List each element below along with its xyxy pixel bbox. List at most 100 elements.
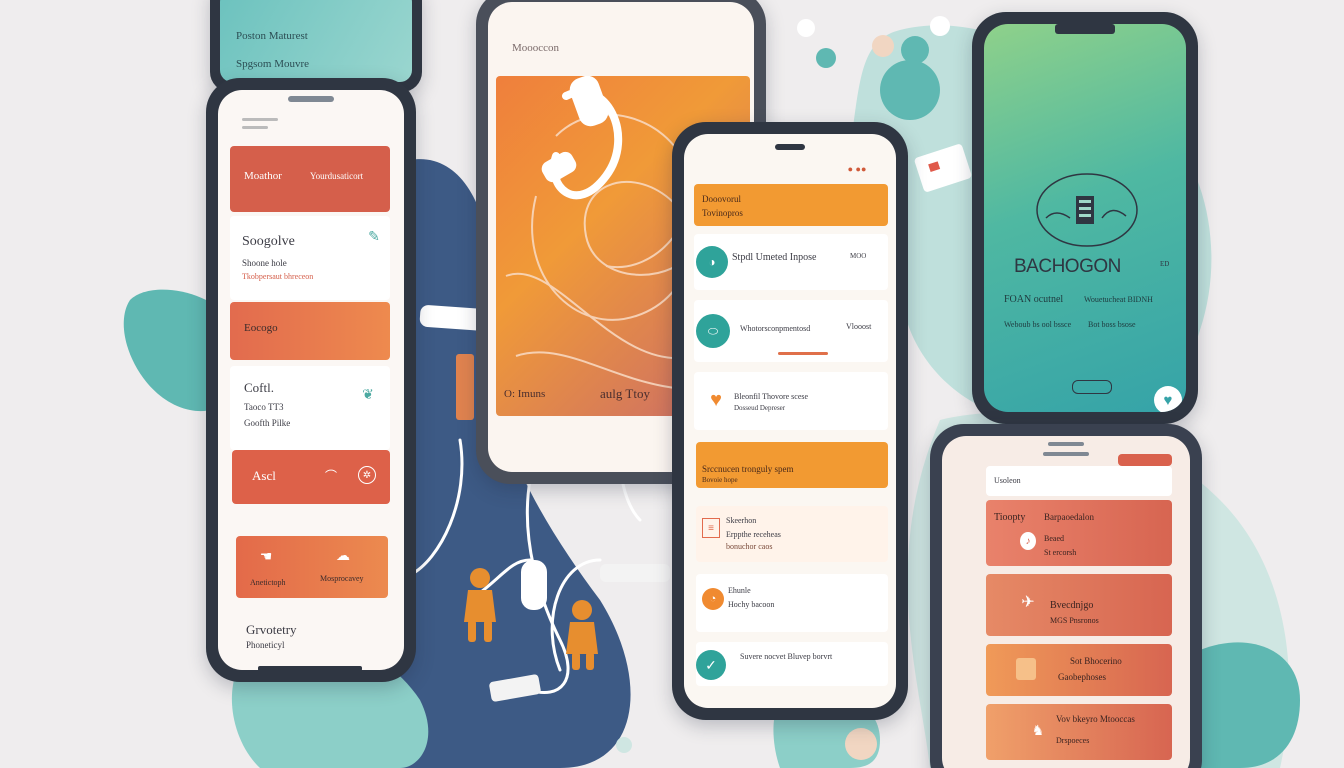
document-icon: ≡ [702, 518, 720, 538]
top-card-right: Yourdusaticort [310, 171, 364, 181]
feature-card[interactable]: Sot Bhocerino Gaobephoses [986, 644, 1172, 696]
card-line: Shoone hole [242, 258, 287, 268]
bell-icon: ♪ [1020, 532, 1036, 550]
card-title: Sot Bhocerino [1070, 656, 1122, 666]
info-line: Wouetucheat BIDNH [1084, 295, 1153, 304]
list-card[interactable]: Coftl. Taoco TT3 Goofth Pilke ❦ [230, 366, 390, 450]
hand-icon: ☚ [259, 547, 273, 564]
phone-center-header: Moooccon [512, 42, 560, 54]
accent-card[interactable]: Ascl ⌒ ✲ [232, 450, 390, 504]
row-title: Skeerhon [726, 516, 757, 525]
accent-card[interactable]: ☚ ☁ Anetictoph Mosprocavey [236, 536, 388, 598]
hero-bottom-right: aulg Ttoy [600, 386, 650, 401]
row-title: Stpdl Umeted Inpose [732, 252, 817, 263]
phone-top-left-subheader: Spgsom Mouvre [236, 58, 310, 70]
feature-card[interactable]: ♞ Vov bkeyro Mtooccas Drspoeces [986, 704, 1172, 760]
card-title: Bvecdnjgo [1050, 600, 1094, 611]
home-button[interactable] [1072, 380, 1112, 394]
row-sub: Dosseud Depreser [734, 404, 786, 412]
hero-bottom-left: O: Imuns [504, 388, 546, 400]
row-title: Suvere nocvet Bluvep borvrt [740, 652, 833, 661]
phone-left: Moathor Yourdusaticort Soogolve Shoone h… [206, 78, 416, 682]
header-label: Usoleon [994, 476, 1021, 485]
check-icon: ✓ [696, 650, 726, 680]
card-title: Vov bkeyro Mtooccas [1056, 714, 1135, 724]
row-line: Erppthe receheas [726, 530, 781, 539]
row-sub: Hochy bacoon [728, 600, 775, 609]
walker-icon: ♞ [1031, 721, 1045, 738]
phone-notch [288, 96, 334, 102]
card-sub: St ercorsh [1044, 548, 1077, 557]
row-title: Ehunle [728, 586, 751, 595]
list-row[interactable]: ◔ Ehunle Hochy bacoon [696, 574, 888, 632]
menu-line [242, 126, 268, 129]
card-label: Mosprocavey [320, 574, 364, 583]
list-row[interactable]: ⬭ Whotorsconpmentosd Vlooost [694, 300, 888, 362]
heart-icon: ♥ [710, 388, 722, 411]
info-line: Bot boss bsose [1088, 320, 1136, 329]
clock-icon: ◔ [702, 588, 724, 610]
list-card[interactable]: Soogolve Shoone hole Tkobpersaut bhreceo… [230, 216, 390, 300]
plant-icon: ❦ [362, 385, 374, 402]
card-sub: Drspoeces [1056, 736, 1090, 745]
phone-notch [1048, 442, 1084, 446]
card-line: Tkobpersaut bhreceon [242, 272, 314, 281]
card-title: Tioopty [994, 512, 1026, 523]
info-line: FOAN ocutnel [1004, 294, 1064, 305]
progress-bar [778, 352, 828, 355]
bottom-sub: Phoneticyl [246, 640, 285, 650]
card-label: Ascl [252, 468, 276, 483]
logo-emblem [1036, 173, 1138, 247]
leaf-icon: ✎ [368, 227, 380, 244]
compass-icon: ◑ [696, 246, 728, 278]
card-title: Coftl. [244, 380, 274, 395]
phone-notch [1043, 452, 1089, 456]
card-sub: Barpaoedalon [1044, 512, 1094, 522]
feature-card[interactable]: Tioopty Barpaoedalon ♪ Beaed St ercorsh [986, 500, 1172, 566]
header-strip: Usoleon [986, 466, 1172, 496]
info-line: Weboub bs ool bssce [1004, 320, 1072, 329]
card-sub: Beaed [1044, 534, 1064, 543]
card-label: Anetictoph [250, 578, 286, 587]
bird-icon: ✈ [1021, 594, 1035, 611]
list-row[interactable]: ♥ Bleonfil Thovore scese Dosseud Deprese… [694, 372, 888, 430]
block-line2: Bovoie hope [702, 476, 738, 484]
card-sub: MGS Pnsronos [1050, 616, 1099, 625]
card-line: Goofth Pilke [244, 418, 291, 428]
list-row[interactable]: ◑ Stpdl Umeted Inpose MOO [694, 234, 888, 290]
phone-right-top: BACHOGON ED FOAN ocutnel Wouetucheat BID… [972, 12, 1198, 424]
menu-line [242, 118, 278, 121]
phone-notch [1055, 24, 1115, 34]
block-line1: Srccnucen tronguly spem [702, 464, 794, 474]
cloud-icon: ☁ [336, 546, 350, 563]
list-row[interactable]: ≡ Skeerhon Erppthe receheas bonuchor cao… [696, 506, 888, 562]
bottom-title: Grvotetry [246, 622, 297, 637]
row-title: Bleonfil Thovore scese [734, 392, 809, 401]
logo-sup: ED [1160, 260, 1170, 268]
top-card-left: Moathor [244, 170, 282, 182]
card-title: Soogolve [242, 234, 295, 249]
top-card[interactable]: Moathor Yourdusaticort [230, 146, 390, 212]
header-card[interactable]: Dooovorul Tovinopros [694, 184, 888, 226]
tab-accent[interactable] [1118, 454, 1172, 466]
status-icons: ● ●● [847, 164, 867, 174]
row-badge: Vlooost [846, 322, 872, 331]
feature-card[interactable]: ✈ Bvecdnjgo MGS Pnsronos [986, 574, 1172, 636]
header-line2: Tovinopros [702, 208, 743, 218]
phone-top-left-header: Poston Maturest [236, 30, 308, 42]
phone-right-bottom: Usoleon Tioopty Barpaoedalon ♪ Beaed St … [930, 424, 1202, 768]
home-indicator [258, 666, 362, 670]
heart-badge-icon[interactable]: ♥ [1154, 386, 1182, 412]
card-line: Taoco TT3 [244, 402, 284, 412]
gear-icon: ✲ [358, 466, 376, 484]
card-sub: Gaobephoses [1058, 672, 1106, 682]
logo-wordmark: BACHOGON [1014, 256, 1121, 277]
list-row[interactable]: ✓ Suvere nocvet Bluvep borvrt [696, 642, 888, 686]
phone-middle: ● ●● Dooovorul Tovinopros ◑ Stpdl Umeted… [672, 122, 908, 720]
cup-icon [1016, 658, 1036, 680]
wave-icon: ⌒ [324, 468, 337, 483]
accent-card[interactable]: Eocogo [230, 302, 390, 360]
orange-block[interactable]: Srccnucen tronguly spem Bovoie hope [696, 442, 888, 488]
pill-icon: ⬭ [696, 314, 730, 348]
row-line: bonuchor caos [726, 542, 773, 551]
